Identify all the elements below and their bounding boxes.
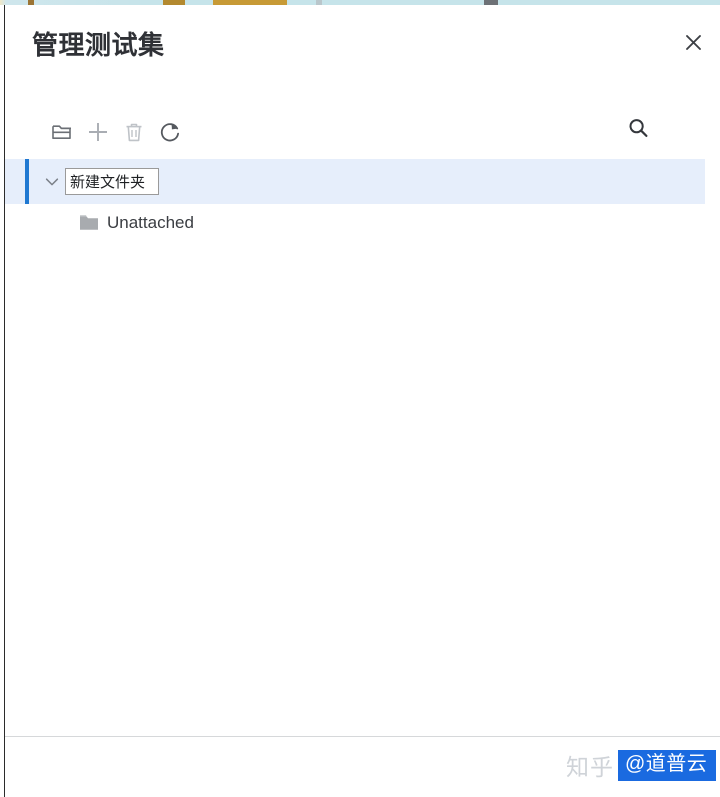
selection-accent-bar	[25, 159, 29, 204]
trash-icon	[126, 123, 142, 141]
dialog-header: 管理测试集	[5, 5, 720, 83]
page-title: 管理测试集	[32, 30, 165, 60]
folder-icon	[80, 215, 98, 230]
tree-row-label: Unattached	[107, 213, 194, 232]
plus-icon	[89, 123, 107, 141]
folder-icon-wrap	[79, 214, 99, 234]
close-icon	[685, 34, 701, 50]
tree-row[interactable]	[5, 159, 705, 204]
watermark-badge: @道普云	[618, 749, 717, 781]
new-folder-button[interactable]	[45, 115, 79, 149]
delete-button[interactable]	[117, 115, 151, 149]
tree-toolbar	[5, 109, 720, 161]
tree-row[interactable]: Unattached	[5, 204, 720, 246]
test-set-tree: Unattached	[5, 159, 720, 735]
search-icon	[629, 119, 648, 137]
watermark-ghost-text: 知乎	[566, 754, 614, 780]
chevron-down-icon	[45, 178, 59, 186]
close-button[interactable]	[677, 26, 709, 58]
refresh-button[interactable]	[153, 115, 187, 149]
folder-name-input[interactable]	[65, 168, 159, 195]
search-button[interactable]	[621, 111, 655, 145]
chevron-down-icon-button[interactable]	[43, 173, 61, 191]
watermark: 知乎 @道普云	[566, 748, 717, 782]
refresh-icon	[160, 123, 179, 142]
new-folder-icon	[52, 125, 71, 139]
manage-test-sets-dialog: 管理测试集 新建文件夹 Unattached	[4, 5, 720, 797]
add-button[interactable]	[81, 115, 115, 149]
